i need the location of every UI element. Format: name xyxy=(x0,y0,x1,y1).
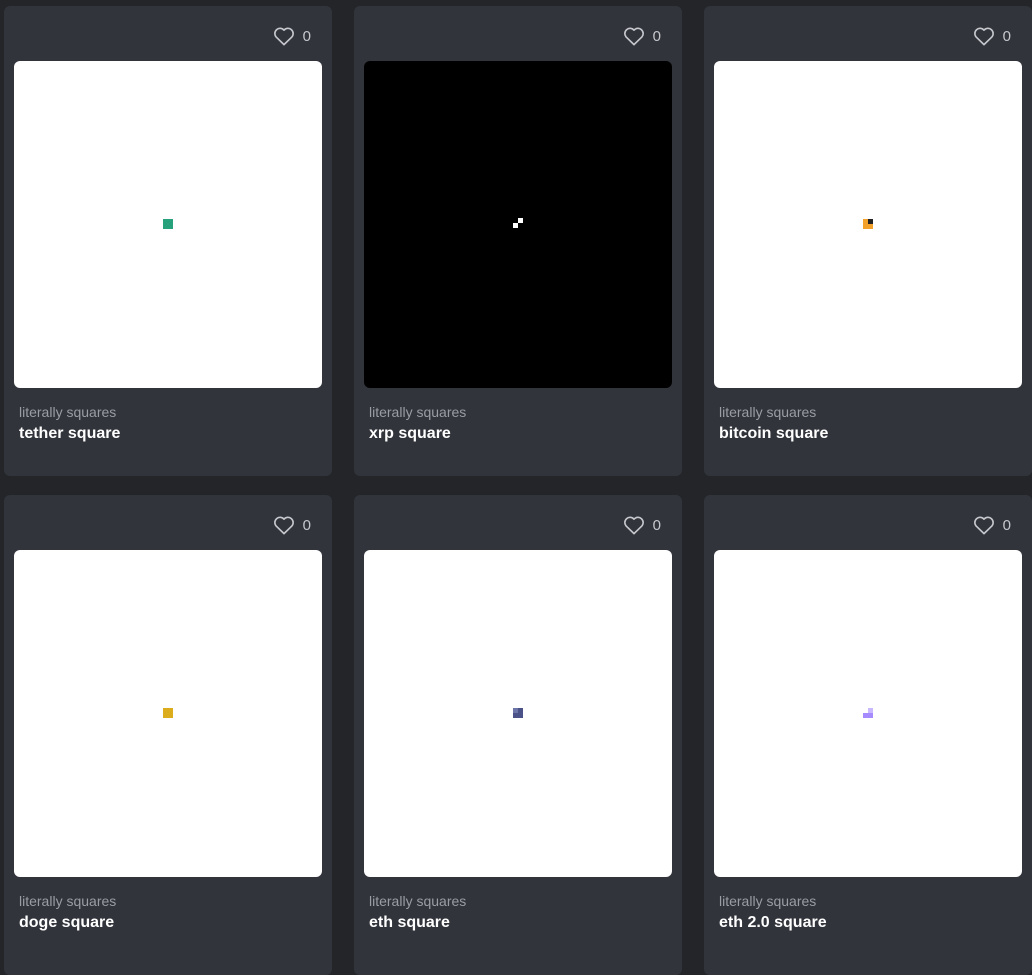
artwork-image[interactable] xyxy=(714,61,1022,388)
like-count: 0 xyxy=(302,27,311,45)
tether-pixel xyxy=(163,219,173,229)
item-title[interactable]: doge square xyxy=(19,914,114,932)
like-count: 0 xyxy=(1002,27,1011,45)
like-button[interactable]: 0 xyxy=(973,26,1011,46)
nft-card[interactable]: 0 literally squares doge square xyxy=(4,495,332,975)
nft-card[interactable]: 0 literally squares bitcoin square xyxy=(704,6,1032,476)
nft-card[interactable]: 0 literally squares xrp square xyxy=(354,6,682,476)
bitcoin-pixel-dark xyxy=(868,219,873,224)
xrp-pixel xyxy=(513,223,518,228)
like-button[interactable]: 0 xyxy=(273,515,311,535)
eth-pixel-light xyxy=(513,708,518,713)
item-title[interactable]: bitcoin square xyxy=(719,425,828,443)
item-title[interactable]: tether square xyxy=(19,425,120,443)
collection-name[interactable]: literally squares xyxy=(369,404,466,420)
collection-name[interactable]: literally squares xyxy=(369,893,466,909)
xrp-pixel xyxy=(518,218,523,223)
heart-outline-icon xyxy=(623,27,644,46)
doge-pixel xyxy=(163,708,173,718)
collection-name[interactable]: literally squares xyxy=(719,893,816,909)
heart-outline-icon xyxy=(973,27,994,46)
eth2-pixel xyxy=(863,713,873,718)
like-count: 0 xyxy=(652,516,661,534)
like-count: 0 xyxy=(302,516,311,534)
artwork-image[interactable] xyxy=(714,550,1022,877)
like-button[interactable]: 0 xyxy=(623,26,661,46)
artwork-image[interactable] xyxy=(14,61,322,388)
collection-name[interactable]: literally squares xyxy=(19,893,116,909)
heart-outline-icon xyxy=(273,27,294,46)
like-button[interactable]: 0 xyxy=(623,515,661,535)
item-title[interactable]: eth 2.0 square xyxy=(719,914,827,932)
like-count: 0 xyxy=(1002,516,1011,534)
heart-outline-icon xyxy=(623,516,644,535)
artwork-image[interactable] xyxy=(14,550,322,877)
heart-outline-icon xyxy=(273,516,294,535)
item-title[interactable]: eth square xyxy=(369,914,450,932)
nft-card[interactable]: 0 literally squares eth 2.0 square xyxy=(704,495,1032,975)
artwork-image[interactable] xyxy=(364,61,672,388)
collection-name[interactable]: literally squares xyxy=(719,404,816,420)
collection-name[interactable]: literally squares xyxy=(19,404,116,420)
nft-card[interactable]: 0 literally squares eth square xyxy=(354,495,682,975)
item-title[interactable]: xrp square xyxy=(369,425,451,443)
heart-outline-icon xyxy=(973,516,994,535)
like-button[interactable]: 0 xyxy=(273,26,311,46)
like-count: 0 xyxy=(652,27,661,45)
artwork-image[interactable] xyxy=(364,550,672,877)
like-button[interactable]: 0 xyxy=(973,515,1011,535)
nft-card[interactable]: 0 literally squares tether square xyxy=(4,6,332,476)
